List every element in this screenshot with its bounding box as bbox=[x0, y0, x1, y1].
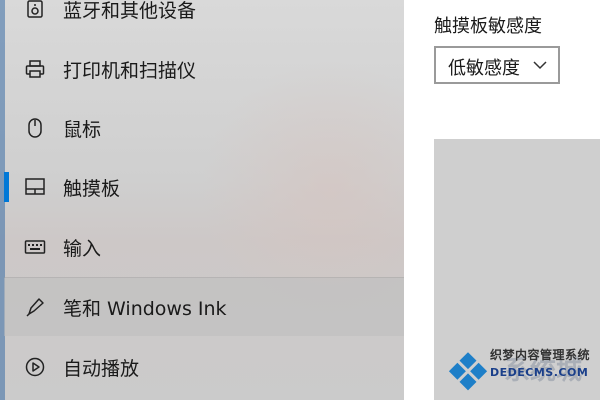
touchpad-sensitivity-label: 触摸板敏感度 bbox=[434, 16, 542, 37]
sidebar-item-label: 触摸板 bbox=[63, 177, 121, 200]
sidebar-item-label: 蓝牙和其他设备 bbox=[63, 0, 197, 22]
watermark-text: 织梦内容管理系统 bbox=[490, 348, 591, 362]
chevron-down-icon bbox=[532, 57, 548, 76]
keyboard-icon bbox=[24, 236, 46, 258]
pen-icon bbox=[24, 296, 46, 318]
mouse-icon bbox=[24, 117, 46, 139]
dropdown-selected-value: 低敏感度 bbox=[448, 58, 520, 79]
printer-icon bbox=[24, 58, 46, 80]
sidebar-item-label: 自动播放 bbox=[63, 357, 140, 380]
settings-sidebar: 蓝牙和其他设备 打印机和扫描仪 鼠标 触摸板 输入 笔和 Windows Ink bbox=[0, 0, 404, 400]
autoplay-icon bbox=[24, 356, 46, 378]
sidebar-item-label: 鼠标 bbox=[63, 118, 102, 141]
sidebar-item-autoplay[interactable]: 自动播放 bbox=[4, 338, 404, 396]
bluetooth-devices-icon bbox=[24, 0, 46, 20]
sidebar-item-label: 笔和 Windows Ink bbox=[63, 297, 227, 320]
settings-content: 触摸板敏感度 低敏感度 系统城 织梦内容管理系统 DEDECMS.COM bbox=[404, 0, 600, 400]
sidebar-item-touchpad[interactable]: 触摸板 bbox=[4, 158, 404, 216]
touchpad-icon bbox=[24, 176, 46, 198]
sidebar-item-typing[interactable]: 输入 bbox=[4, 218, 404, 276]
sidebar-item-label: 打印机和扫描仪 bbox=[63, 59, 197, 82]
sidebar-item-mouse[interactable]: 鼠标 bbox=[4, 99, 404, 157]
sidebar-item-label: 输入 bbox=[63, 237, 102, 260]
sidebar-item-bluetooth[interactable]: 蓝牙和其他设备 bbox=[4, 0, 404, 38]
windows-logo-icon bbox=[444, 352, 492, 392]
sidebar-item-pen-ink[interactable]: 笔和 Windows Ink bbox=[4, 278, 404, 336]
sidebar-item-printers[interactable]: 打印机和扫描仪 bbox=[4, 40, 404, 98]
watermark-url: DEDECMS.COM bbox=[490, 366, 589, 379]
sensitivity-dropdown[interactable]: 低敏感度 bbox=[434, 46, 560, 84]
